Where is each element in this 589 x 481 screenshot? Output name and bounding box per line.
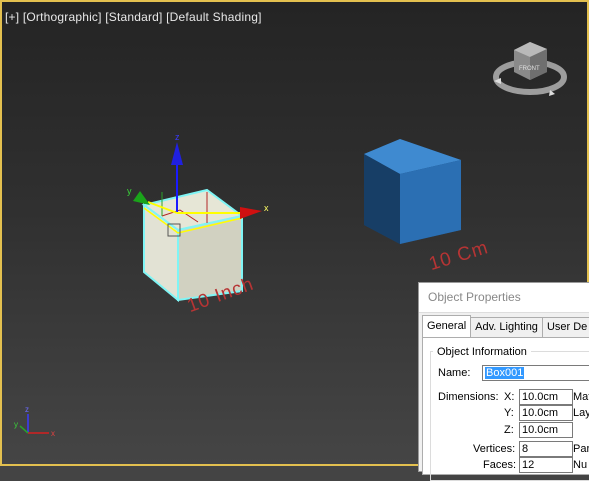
tab-general[interactable]: General	[422, 315, 472, 337]
dim-y-label: Y:	[504, 407, 514, 419]
world-x-label: x	[51, 429, 55, 438]
gizmo-z-label: z	[175, 132, 180, 142]
dim-x-field[interactable]: 10.0cm	[519, 389, 573, 405]
faces-field: 12	[519, 457, 573, 473]
viewcube-face-label: FRONT	[519, 66, 540, 72]
world-z-label: z	[25, 405, 29, 414]
layer-label: Lay	[573, 407, 589, 419]
world-axis-tripod	[19, 414, 49, 434]
box-10cm[interactable]	[364, 139, 461, 244]
dim-z-label: Z:	[504, 424, 514, 436]
gizmo-y-label: y	[127, 186, 132, 196]
num-label: Nu	[573, 459, 588, 471]
dialog-title[interactable]: Object Properties	[419, 283, 589, 313]
dimensions-label: Dimensions:	[438, 391, 499, 403]
dialog-tabs: General Adv. Lighting User De	[422, 315, 589, 337]
gizmo-x-label: x	[264, 203, 269, 213]
dim-y-field[interactable]: 10.0cm	[519, 405, 573, 421]
parent-label: Par	[573, 443, 589, 455]
vertices-field: 8	[519, 441, 573, 457]
vertices-label: Vertices:	[473, 443, 516, 455]
viewcube[interactable]: FRONT	[493, 42, 567, 96]
dim-z-field[interactable]: 10.0cm	[519, 422, 573, 438]
name-label: Name:	[438, 367, 471, 379]
name-field[interactable]: Box001	[482, 365, 589, 381]
dim-x-label: X:	[504, 391, 515, 403]
material-label: Mat	[573, 391, 589, 403]
tab-user-defined[interactable]: User De	[541, 317, 589, 337]
tab-adv-lighting[interactable]: Adv. Lighting	[470, 317, 543, 337]
world-y-label: y	[14, 420, 18, 429]
faces-label: Faces:	[483, 459, 517, 471]
object-information-title: Object Information	[433, 346, 531, 358]
name-field-value: Box001	[485, 367, 525, 379]
object-properties-dialog[interactable]: Object Properties General Adv. Lighting Us…	[418, 282, 589, 481]
